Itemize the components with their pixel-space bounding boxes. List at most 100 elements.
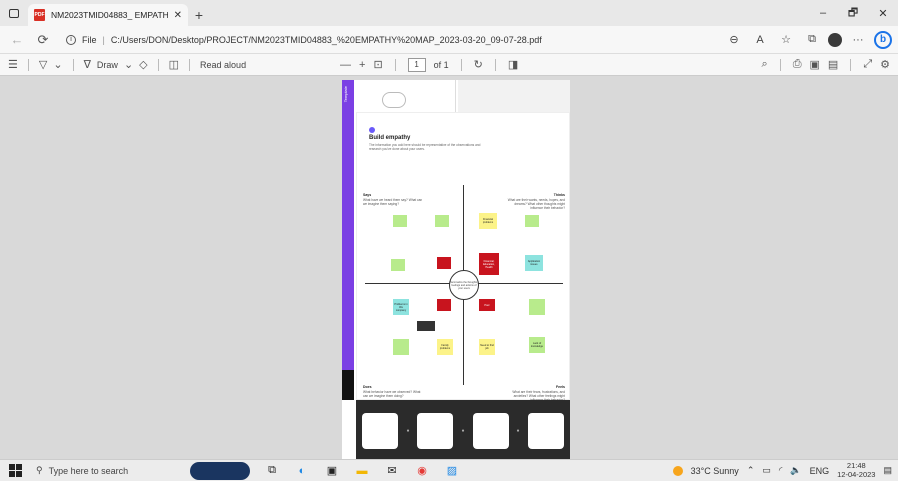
- weather-icon[interactable]: [672, 465, 683, 476]
- step-dot: [369, 127, 375, 133]
- pinned-apps: ⧉ ◐ ▣ ▬ ✉ ◉ ▨: [264, 463, 460, 479]
- minimize-button[interactable]: –: [808, 0, 838, 26]
- side-label: Template: [343, 86, 348, 103]
- quadrant-thinks: Thinks What are their wants, needs, hope…: [505, 193, 565, 210]
- toolbar-divider: [850, 58, 852, 71]
- sticky-note: [393, 339, 409, 355]
- url-field[interactable]: i File | C:/Users/DON/Desktop/PROJECT/NM…: [58, 29, 720, 51]
- zoom-out-button[interactable]: —: [340, 59, 351, 71]
- template-thumbnail: [417, 412, 454, 449]
- sticky-note: Problems in this company: [393, 299, 409, 315]
- page-accent-bar: [342, 80, 354, 370]
- fit-page-icon[interactable]: ⊡: [373, 58, 382, 71]
- toolbar-divider: [27, 58, 29, 71]
- chevron-down-icon[interactable]: ⌄: [124, 58, 133, 71]
- clock[interactable]: 21:48 12-04-2023: [837, 461, 875, 479]
- weather-text[interactable]: 33°C Sunny: [691, 466, 739, 476]
- notification-icon[interactable]: ▤: [883, 465, 892, 476]
- sticky-note: [525, 215, 539, 227]
- step-arrow: ●: [406, 427, 410, 434]
- collections-icon[interactable]: ⧉: [802, 30, 822, 50]
- quadrant-says: Says What have we heard them say? What c…: [363, 193, 423, 206]
- back-button[interactable]: ←: [6, 29, 28, 51]
- sticky-note: Financial problems: [479, 213, 497, 229]
- bing-icon[interactable]: b: [874, 30, 892, 49]
- eraser-icon[interactable]: ◇: [139, 58, 147, 71]
- taskbar-search-placeholder: Type here to search: [48, 465, 129, 476]
- taskbar-search[interactable]: ⚲ Type here to search: [36, 461, 186, 481]
- close-window-button[interactable]: ✕: [868, 0, 898, 26]
- sticky-note: [391, 259, 405, 271]
- settings-icon[interactable]: ⚙: [880, 58, 890, 71]
- search-highlight-image[interactable]: [190, 461, 250, 480]
- battery-icon[interactable]: ▭: [762, 465, 771, 476]
- toolbar-divider: [394, 58, 396, 71]
- empathy-map-canvas: Build empathy The information you add he…: [356, 112, 570, 402]
- chevron-up-icon[interactable]: ⌃: [747, 465, 755, 476]
- store-icon[interactable]: ▣: [324, 463, 340, 479]
- tab-strip: PDF NM2023TMID04883_ EMPATHY ✕ + – 🗗 ✕: [0, 0, 898, 26]
- volume-icon[interactable]: 🔈: [790, 465, 801, 476]
- info-icon[interactable]: i: [66, 34, 76, 45]
- print-icon[interactable]: ⎙: [793, 58, 802, 71]
- draw-button[interactable]: Draw: [97, 60, 118, 70]
- browser-actions: ⊖ A ☆ ⧉ ··· b: [724, 30, 892, 50]
- toolbar-divider: [779, 58, 781, 71]
- save-as-icon[interactable]: ▤: [828, 58, 838, 71]
- fullscreen-icon[interactable]: ⤢: [863, 58, 872, 71]
- new-tab-button[interactable]: +: [188, 4, 210, 26]
- profile-avatar[interactable]: [828, 32, 842, 47]
- tab-title: NM2023TMID04883_ EMPATHY: [51, 10, 168, 20]
- page-description: The information you add here should be r…: [369, 143, 481, 152]
- file-explorer-icon[interactable]: ▬: [354, 463, 370, 479]
- step-arrow: ●: [461, 427, 465, 434]
- hint-shape: [382, 92, 406, 108]
- rotate-icon[interactable]: ↻: [474, 58, 483, 71]
- zoom-in-button[interactable]: +: [359, 59, 365, 71]
- read-aloud-button[interactable]: Read aloud: [200, 60, 246, 70]
- restore-button[interactable]: 🗗: [838, 0, 868, 26]
- toolbar-divider: [189, 58, 191, 71]
- chevron-down-icon[interactable]: ⌄: [53, 58, 62, 71]
- pdf-viewer[interactable]: Template Build empathy The information y…: [0, 76, 898, 459]
- chrome-icon[interactable]: ◉: [414, 463, 430, 479]
- search-icon: ⚲: [36, 465, 43, 475]
- template-strip: ● ● ●: [356, 400, 570, 459]
- page-dark-bar: [342, 370, 354, 400]
- language-indicator[interactable]: ENG: [810, 466, 830, 476]
- sticky-note: [437, 257, 451, 269]
- refresh-button[interactable]: ⟳: [32, 29, 54, 51]
- wifi-icon[interactable]: ◜: [779, 465, 783, 476]
- pdf-icon: PDF: [34, 9, 45, 21]
- address-bar: ← ⟳ i File | C:/Users/DON/Desktop/PROJEC…: [0, 26, 898, 54]
- draw-icon[interactable]: ∇: [84, 58, 91, 71]
- sticky-note: [529, 299, 545, 315]
- contents-icon[interactable]: ☰: [8, 58, 18, 71]
- quadrant-says-text: What have we heard them say? What can we…: [363, 197, 423, 206]
- edge-icon[interactable]: ◐: [294, 463, 310, 479]
- toolbar-divider: [460, 58, 462, 71]
- highlight-icon[interactable]: ▽: [39, 58, 47, 71]
- sticky-note: [393, 215, 407, 227]
- photos-icon[interactable]: ▨: [444, 463, 460, 479]
- search-icon[interactable]: ⌕: [762, 58, 768, 71]
- favorites-icon[interactable]: ☆: [776, 30, 796, 50]
- zoom-icon[interactable]: ⊖: [724, 30, 744, 50]
- sticky-note: [435, 215, 449, 227]
- template-thumbnail: [362, 412, 399, 449]
- two-page-icon[interactable]: ◨: [508, 58, 518, 71]
- tab-close-button[interactable]: ✕: [174, 10, 182, 21]
- quadrant-thinks-text: What are their wants, needs, hopes, and …: [507, 197, 565, 210]
- task-view-icon[interactable]: ⧉: [264, 463, 280, 479]
- template-thumbnail: [527, 412, 564, 449]
- start-button[interactable]: [6, 462, 24, 480]
- tab-pdf[interactable]: PDF NM2023TMID04883_ EMPATHY ✕: [28, 4, 188, 26]
- more-icon[interactable]: ···: [848, 30, 868, 50]
- read-aloud-icon[interactable]: A: [750, 30, 770, 50]
- save-icon[interactable]: ▣: [810, 58, 820, 71]
- page-view-icon[interactable]: ◫: [169, 58, 179, 71]
- page-number-input[interactable]: 1: [407, 57, 426, 72]
- top-thumbnail: [356, 80, 456, 112]
- tab-actions-button[interactable]: [0, 0, 28, 26]
- mail-icon[interactable]: ✉: [384, 463, 400, 479]
